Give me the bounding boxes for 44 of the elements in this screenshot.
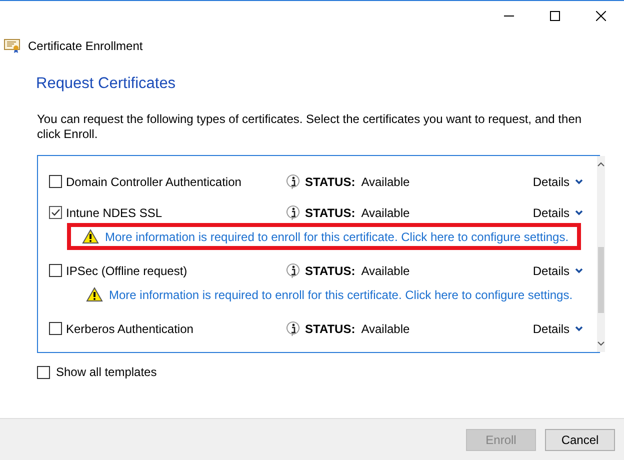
scrollbar[interactable]: [596, 156, 605, 352]
certificate-checkbox[interactable]: [49, 322, 62, 335]
close-icon[interactable]: [596, 11, 606, 21]
warning-icon: [82, 229, 99, 244]
window-title: Certificate Enrollment: [28, 39, 143, 53]
status-label: STATUS:: [305, 322, 356, 336]
cancel-button[interactable]: Cancel: [545, 428, 615, 450]
scroll-up-icon[interactable]: [596, 162, 605, 167]
chevron-down-icon: [574, 326, 583, 332]
status-value: Available: [361, 322, 411, 336]
instructions-text: You can request the following types of certificates. Select the certificates you want to request, and then click Enroll.: [37, 112, 583, 142]
info-icon: [286, 204, 300, 220]
status-label: STATUS:: [305, 174, 356, 188]
configure-settings-link[interactable]: More information is required to enroll for this certificate. Click here to configure settings.: [105, 230, 569, 244]
chevron-down-icon: [574, 178, 583, 184]
details-button[interactable]: Details: [532, 322, 583, 336]
certificate-name: IPSec (Offline request): [66, 264, 188, 278]
certificate-icon: [4, 39, 20, 53]
chevron-down-icon: [574, 210, 583, 216]
certificate-name: Intune NDES SSL: [66, 206, 164, 220]
info-icon: [286, 262, 300, 278]
certificate-checkbox[interactable]: [49, 206, 62, 219]
certificate-checkbox[interactable]: [49, 264, 62, 277]
scroll-down-icon[interactable]: [596, 341, 605, 346]
status-label: STATUS:: [305, 206, 356, 220]
page-heading: Request Certificates: [36, 75, 177, 93]
maximize-icon[interactable]: [550, 11, 560, 21]
warning-icon: [86, 287, 103, 302]
certificate-name: Domain Controller Authentication: [66, 174, 242, 188]
status-label: STATUS:: [305, 264, 356, 278]
details-button[interactable]: Details: [532, 174, 583, 188]
certificate-name: Kerberos Authentication: [66, 322, 194, 336]
show-all-templates-label: Show all templates: [56, 365, 157, 379]
status-value: Available: [361, 206, 411, 220]
status-value: Available: [361, 174, 411, 188]
chevron-down-icon: [574, 268, 583, 274]
show-all-templates-checkbox[interactable]: [37, 366, 50, 378]
details-button[interactable]: Details: [532, 264, 583, 278]
info-icon: [286, 174, 300, 190]
details-button[interactable]: Details: [532, 206, 583, 220]
status-value: Available: [361, 264, 411, 278]
configure-settings-link[interactable]: More information is required to enroll for this certificate. Click here to configure settings.: [109, 288, 573, 302]
info-icon: [286, 320, 300, 336]
certificate-checkbox[interactable]: [49, 175, 62, 188]
